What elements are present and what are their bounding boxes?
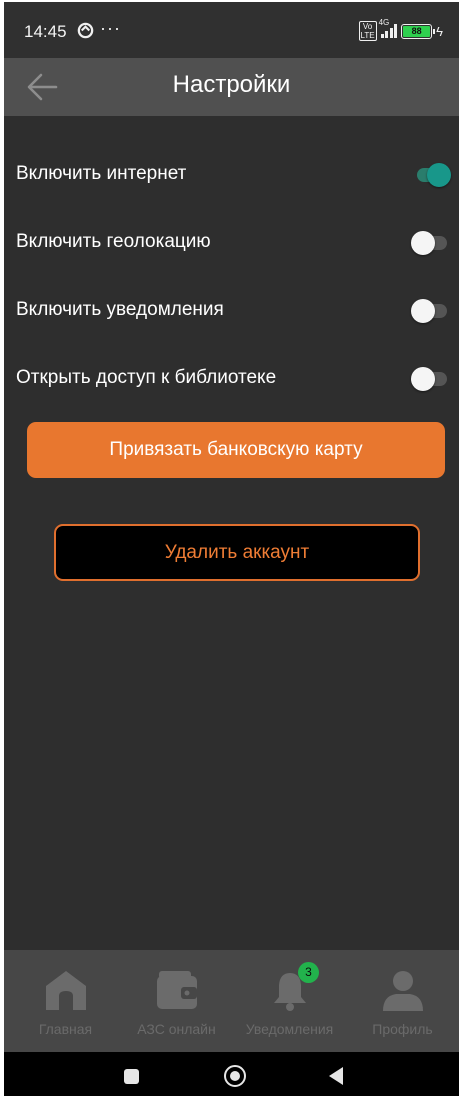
nav-item-profile[interactable]: Профиль xyxy=(346,950,459,1052)
setting-label: Включить интернет xyxy=(16,163,187,184)
battery-icon: 88 xyxy=(401,23,436,39)
nav-label: АЗС онлайн xyxy=(137,1021,216,1037)
nav-label: Профиль xyxy=(372,1021,433,1037)
back-triangle-icon[interactable] xyxy=(329,1067,343,1085)
wallet-icon xyxy=(156,971,197,1009)
nav-item-gas-stations[interactable]: АЗС онлайн xyxy=(120,950,233,1052)
geolocation-toggle[interactable] xyxy=(411,229,451,257)
delete-account-button[interactable]: Удалить аккаунт xyxy=(54,524,420,581)
more-notifications-indicator: ··· xyxy=(100,18,121,38)
notifications-toggle[interactable] xyxy=(411,297,451,325)
setting-internet[interactable]: Включить интернет xyxy=(4,155,459,195)
recent-apps-icon[interactable] xyxy=(124,1069,139,1084)
settings-screen: 14:45 ··· Vo LTE 4G 88 ϟ Настройки Включ… xyxy=(4,2,459,1096)
internet-toggle[interactable] xyxy=(411,161,451,189)
signal-icon: 4G xyxy=(379,18,398,38)
home-icon xyxy=(45,971,86,1010)
app-header: Настройки xyxy=(4,58,459,116)
notification-badge: 3 xyxy=(298,962,319,983)
bottom-navigation: Главная АЗС онлайн 3 Уведомления Профиль xyxy=(4,950,459,1052)
setting-label: Включить геолокацию xyxy=(16,231,211,252)
page-title: Настройки xyxy=(172,71,291,98)
network-type: 4G xyxy=(378,18,390,27)
setting-library-access[interactable]: Открыть доступ к библиотеке xyxy=(4,359,459,399)
status-icons: Vo LTE 4G 88 ϟ xyxy=(358,18,443,41)
nav-label: Главная xyxy=(38,1021,93,1037)
charging-icon: ϟ xyxy=(436,23,443,39)
status-time: 14:45 xyxy=(24,22,67,41)
sync-icon xyxy=(77,22,94,39)
library-access-toggle[interactable] xyxy=(411,365,451,393)
user-icon xyxy=(382,971,423,1011)
setting-label: Открыть доступ к библиотеке xyxy=(16,367,277,388)
status-bar: 14:45 ··· Vo LTE 4G 88 ϟ xyxy=(4,2,459,58)
setting-geolocation[interactable]: Включить геолокацию xyxy=(4,223,459,263)
battery-level: 88 xyxy=(403,25,431,37)
volte-icon: Vo LTE xyxy=(358,21,377,41)
nav-item-notifications[interactable]: 3 Уведомления xyxy=(233,950,346,1052)
system-navigation-bar xyxy=(4,1052,459,1096)
setting-notifications[interactable]: Включить уведомления xyxy=(4,291,459,331)
home-circle-icon[interactable] xyxy=(224,1065,246,1087)
setting-label: Включить уведомления xyxy=(16,299,224,320)
nav-item-home[interactable]: Главная xyxy=(9,950,122,1052)
link-bank-card-button[interactable]: Привязать банковскую карту xyxy=(27,422,445,478)
nav-label: Уведомления xyxy=(245,1021,334,1037)
